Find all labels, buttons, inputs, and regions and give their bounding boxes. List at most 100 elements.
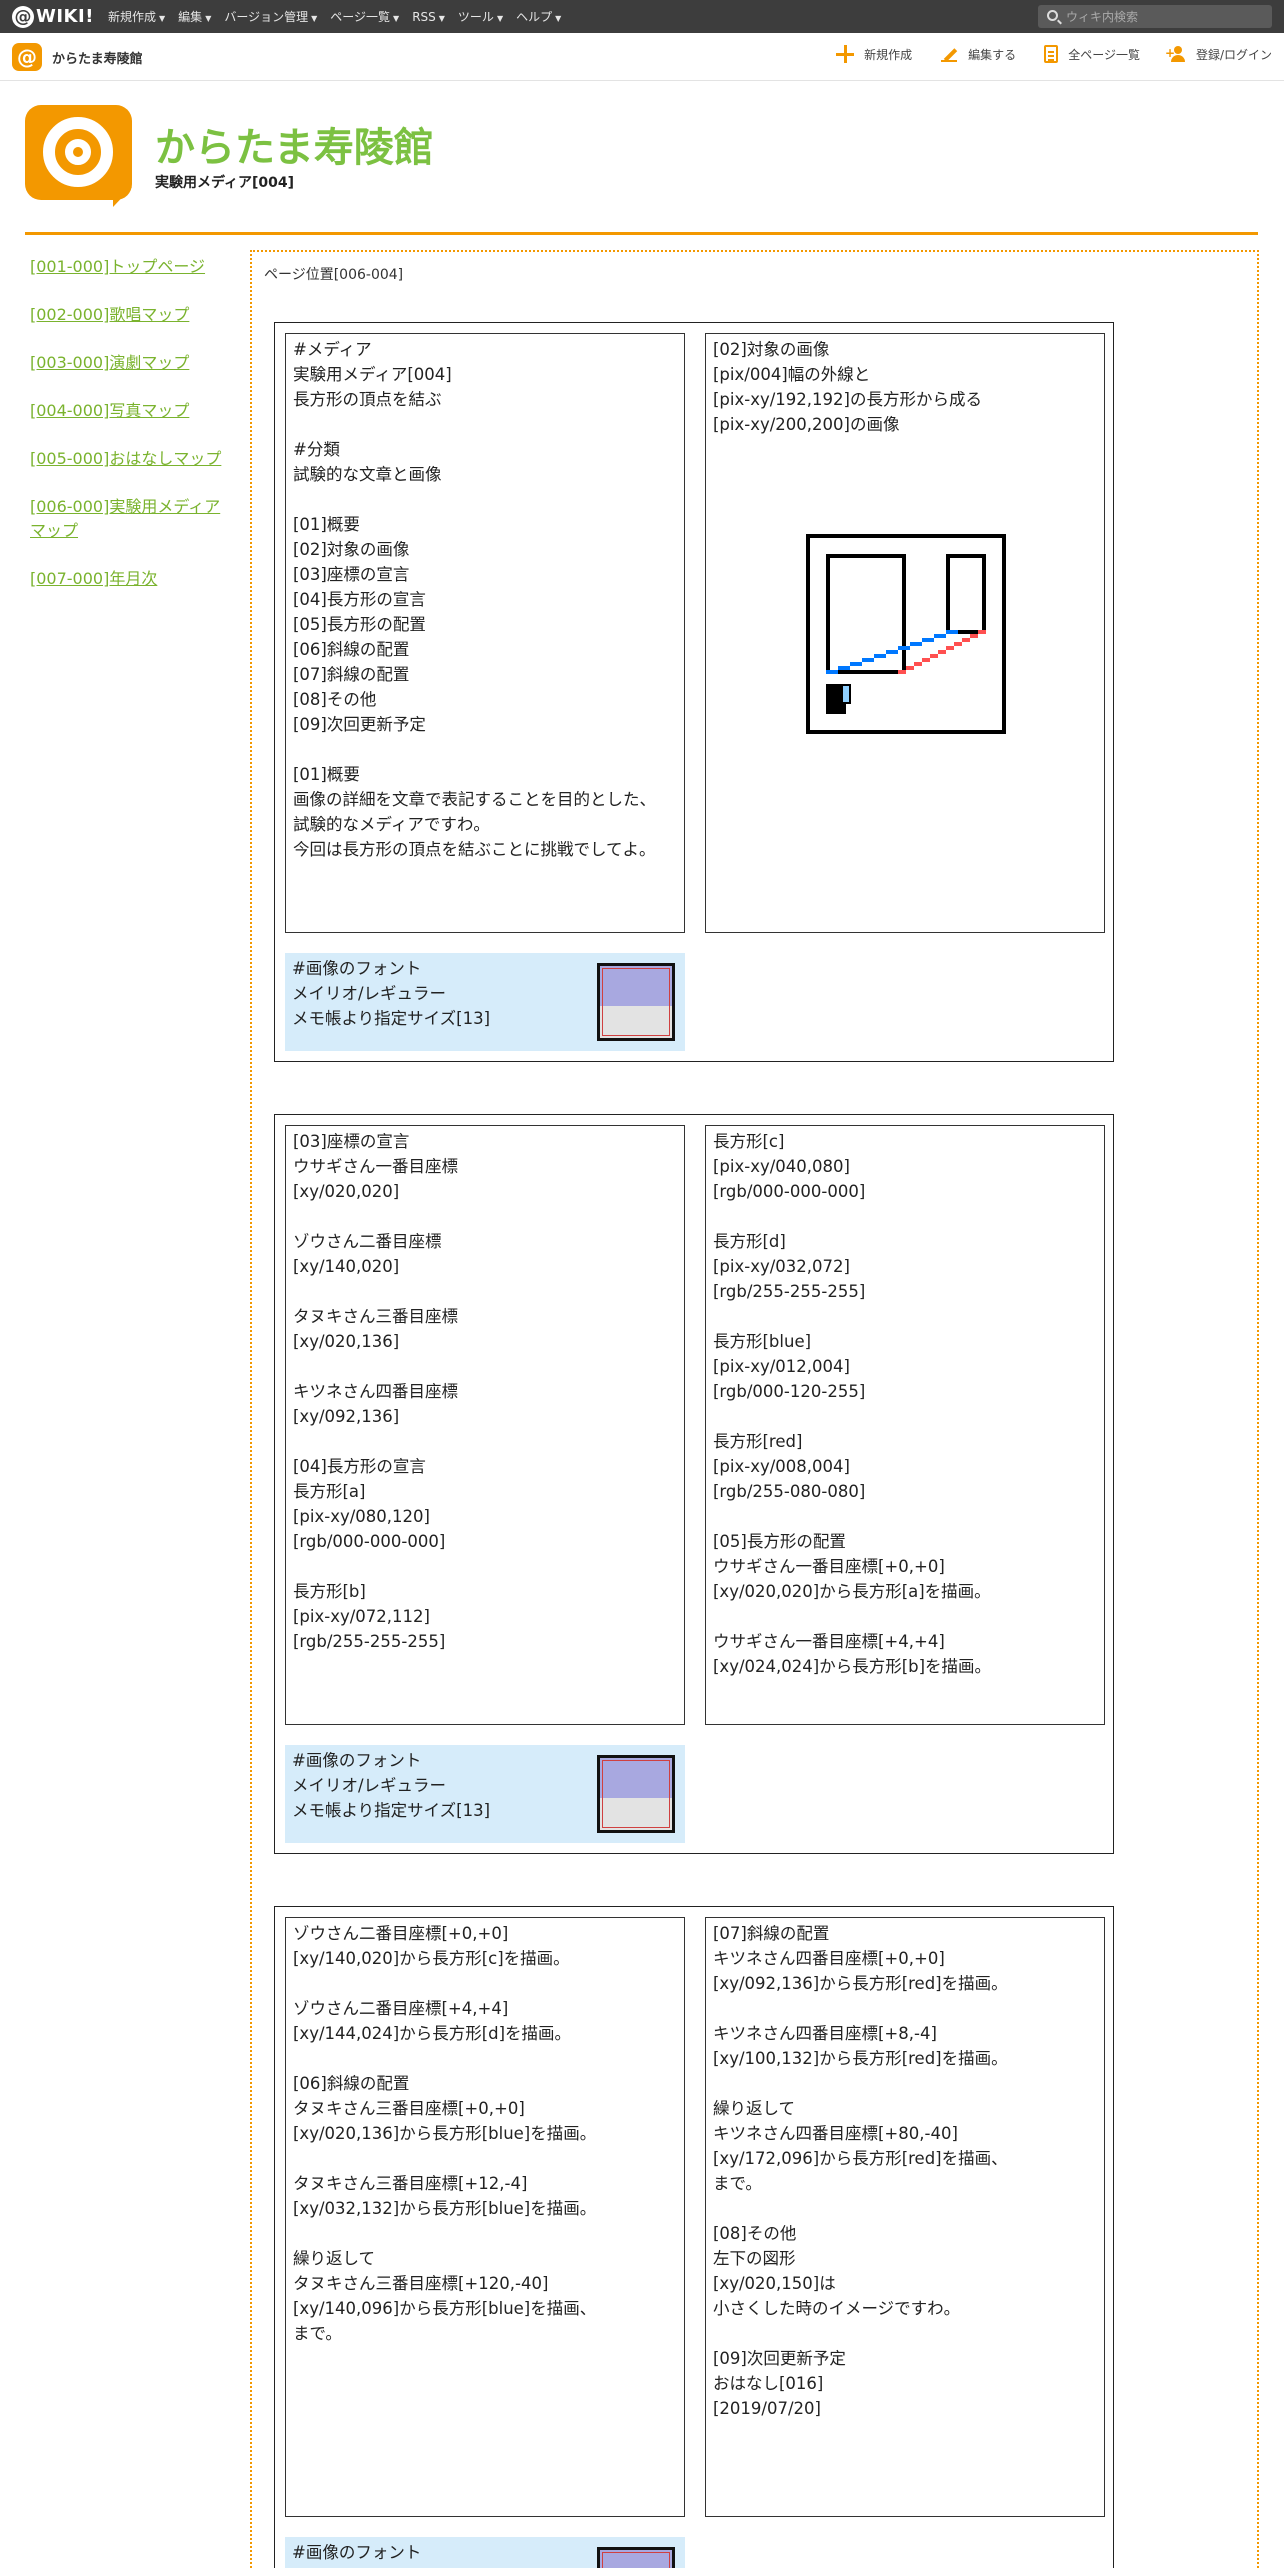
nav-label: 新規作成	[108, 10, 157, 24]
red-step	[938, 650, 946, 654]
wiki-logo[interactable]: @ WIKI!	[12, 5, 94, 28]
blue-step	[910, 642, 922, 646]
nav-tools[interactable]: ツール ▼	[458, 8, 503, 25]
new-page-button[interactable]: 新規作成	[836, 45, 912, 63]
media-panel-1: #メディア 実験用メディア[004] 長方形の頂点を結ぶ #分類 試験的な文章と…	[274, 322, 1114, 1062]
sidebar-link-singing[interactable]: [002-000]歌唱マップ	[30, 303, 230, 327]
nav-edit[interactable]: 編集 ▼	[178, 8, 211, 25]
main-content: ページ位置[006-004] #メディア 実験用メディア[004] 長方形の頂点…	[250, 250, 1259, 2568]
nav-label: ツール	[457, 10, 494, 24]
nav-label: 編集	[178, 10, 203, 24]
font-box: #画像のフォント メイリオ/レギュラー メモ帳より指定サイズ[13]	[285, 953, 685, 1051]
caret-down-icon: ▼	[393, 14, 400, 23]
red-step	[970, 634, 978, 638]
sidebar-link-date[interactable]: [007-000]年月次	[30, 567, 230, 591]
action-label: 登録/ログイン	[1195, 47, 1272, 62]
plus-icon	[836, 45, 855, 63]
font-box: #画像のフォント メイリオ/レギュラー	[285, 2537, 685, 2568]
site-actions: 新規作成 編集する 全ページ一覧 + 登録/ログイン	[808, 45, 1272, 63]
text-box-rects: 長方形[c] [pix-xy/040,080] [rgb/000-000-000…	[705, 1125, 1105, 1725]
font-swatch-image	[597, 963, 675, 1041]
caret-down-icon: ▼	[159, 14, 166, 23]
login-button[interactable]: + 登録/ログイン	[1165, 45, 1272, 63]
nav-new[interactable]: 新規作成 ▼	[108, 8, 165, 25]
caret-down-icon: ▼	[555, 14, 562, 23]
add-user-icon: +	[1165, 45, 1186, 63]
header-divider	[25, 232, 1258, 235]
site-home-link[interactable]: からたま寿陵館	[12, 43, 143, 71]
page-position: ページ位置[006-004]	[264, 267, 404, 283]
rectangles-figure	[806, 534, 1006, 734]
font-swatch-image	[597, 1755, 675, 1833]
nav-help[interactable]: ヘルプ ▼	[516, 8, 561, 25]
coords-text: [03]座標の宣言 ウサギさん一番目座標 [xy/020,020] ゾウさん二番…	[293, 1132, 458, 1651]
blue-step	[922, 638, 934, 642]
sidebar-link-top[interactable]: [001-000]トップページ	[30, 255, 230, 279]
target-image	[806, 534, 1006, 738]
blue-step	[862, 658, 874, 662]
blue-step	[886, 650, 898, 654]
all-pages-button[interactable]: 全ページ一覧	[1044, 45, 1140, 63]
red-step	[946, 646, 954, 650]
page-list-icon	[1044, 45, 1059, 63]
caret-down-icon: ▼	[438, 13, 445, 23]
sidebar-link-story[interactable]: [005-000]おはなしマップ	[30, 447, 230, 471]
swatch-inner-border	[602, 2552, 670, 2568]
site-logo-icon	[12, 43, 42, 71]
nav-label: ヘルプ	[516, 10, 553, 24]
nav-label: RSS	[412, 9, 436, 24]
mini-rect-d	[843, 686, 849, 702]
media-panel-2: [03]座標の宣言 ウサギさん一番目座標 [xy/020,020] ゾウさん二番…	[274, 1114, 1114, 1854]
red-step	[922, 658, 930, 662]
nav-pages[interactable]: ページ一覧 ▼	[330, 8, 399, 25]
red-step	[978, 630, 986, 634]
site-subtitle: 実験用メディア[004]	[155, 175, 295, 191]
caret-down-icon: ▼	[205, 14, 212, 23]
rect-d	[950, 558, 982, 630]
nav-rss[interactable]: RSS ▼	[412, 10, 445, 24]
edit-button[interactable]: 編集する	[940, 45, 1016, 63]
red-step	[930, 654, 938, 658]
overview-text: #メディア 実験用メディア[004] 長方形の頂点を結ぶ #分類 試験的な文章と…	[293, 340, 656, 859]
top-bar: @ WIKI! 新規作成 ▼ 編集 ▼ バージョン管理 ▼ ページ一覧 ▼ RSS ▼ ツ…	[0, 0, 1284, 33]
sidebar-link-theater[interactable]: [003-000]演劇マップ	[30, 351, 230, 375]
wiki-logo-text: WIKI!	[36, 6, 94, 27]
text-box-coords: [03]座標の宣言 ウサギさん一番目座標 [xy/020,020] ゾウさん二番…	[285, 1125, 685, 1725]
text-box-image: [02]対象の画像 [pix/004]幅の外線と [pix-xy/192,192…	[705, 333, 1105, 933]
search-input[interactable]	[1066, 7, 1266, 26]
blue-step	[838, 666, 850, 670]
image-desc-text: [02]対象の画像 [pix/004]幅の外線と [pix-xy/192,192…	[713, 340, 982, 434]
text-box-overview: #メディア 実験用メディア[004] 長方形の頂点を結ぶ #分類 試験的な文章と…	[285, 333, 685, 933]
blue-step	[934, 634, 946, 638]
red-step	[914, 662, 922, 666]
action-label: 新規作成	[864, 47, 913, 62]
at-dot	[65, 139, 91, 165]
blue-step	[874, 654, 886, 658]
at-logo-icon: @	[12, 5, 34, 28]
text-box-diagonal-blue: ゾウさん二番目座標[+0,+0] [xy/140,020]から長方形[c]を描画…	[285, 1917, 685, 2517]
search-icon[interactable]	[1047, 10, 1058, 21]
site-name: からたま寿陵館	[52, 51, 143, 67]
blue-step	[946, 630, 958, 634]
site-logo[interactable]	[25, 105, 132, 207]
swatch-inner-border	[602, 968, 670, 1036]
blue-step	[850, 662, 862, 666]
wiki-search	[1038, 5, 1272, 28]
nav-version[interactable]: バージョン管理 ▼	[224, 8, 317, 25]
site-bar: からたま寿陵館 新規作成 編集する 全ページ一覧 + 登録/ログイン	[0, 33, 1284, 81]
action-label: 全ページ一覧	[1068, 47, 1140, 62]
blue-step	[826, 670, 838, 674]
diagonal-blue-text: ゾウさん二番目座標[+0,+0] [xy/140,020]から長方形[c]を描画…	[293, 1924, 597, 2343]
action-label: 編集する	[968, 47, 1017, 62]
diagonal-red-text: [07]斜線の配置 キツネさん四番目座標[+0,+0] [xy/092,136]…	[713, 1924, 1008, 2418]
red-step	[962, 638, 970, 642]
rects-text: 長方形[c] [pix-xy/040,080] [rgb/000-000-000…	[713, 1132, 992, 1676]
sidebar-link-photo[interactable]: [004-000]写真マップ	[30, 399, 230, 423]
sidebar-link-media[interactable]: [006-000]実験用メディアマップ	[30, 495, 230, 543]
logo-tail	[113, 187, 132, 207]
red-step	[898, 670, 906, 674]
text-box-diagonal-red: [07]斜線の配置 キツネさん四番目座標[+0,+0] [xy/092,136]…	[705, 1917, 1105, 2517]
font-box: #画像のフォント メイリオ/レギュラー メモ帳より指定サイズ[13]	[285, 1745, 685, 1843]
global-nav: 新規作成 ▼ 編集 ▼ バージョン管理 ▼ ページ一覧 ▼ RSS ▼ ツール ▼ ヘルプ ▼	[108, 0, 574, 33]
site-title[interactable]: からたま寿陵館	[155, 115, 434, 173]
